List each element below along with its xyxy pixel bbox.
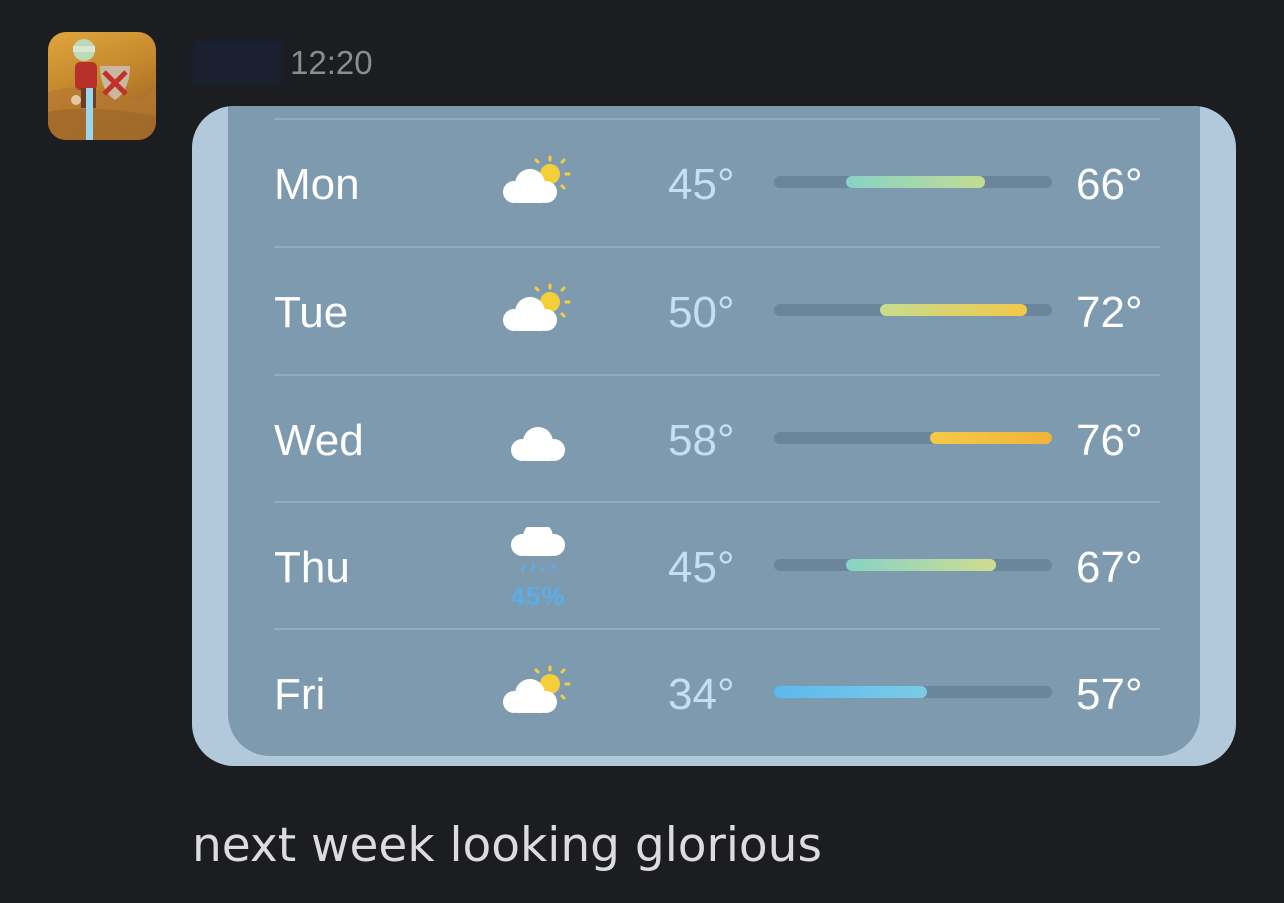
- temp-range-bar: [774, 559, 1052, 571]
- weather-forecast-widget: Mon 45° 66° Tue 50° 72° Wed 58° 76° Thu …: [228, 106, 1200, 756]
- forecast-row: Tue 50° 72°: [274, 246, 1160, 373]
- low-temp: 45°: [668, 160, 735, 209]
- low-temp: 34°: [668, 670, 735, 719]
- cloud-icon: [500, 410, 580, 466]
- message-text: next week looking glorious: [192, 818, 822, 873]
- low-temp: 45°: [668, 543, 735, 592]
- day-label: Mon: [274, 160, 360, 209]
- day-label: Thu: [274, 543, 350, 592]
- partly-sunny-icon: [500, 664, 580, 720]
- day-label: Tue: [274, 288, 349, 337]
- row-divider: [274, 374, 1160, 376]
- row-divider: [274, 501, 1160, 503]
- rain-cloud-icon: [500, 522, 580, 583]
- row-divider: [274, 246, 1160, 248]
- forecast-row: Fri 34° 57°: [274, 628, 1160, 755]
- high-temp: 67°: [1076, 543, 1143, 592]
- message-timestamp: 12:20: [290, 44, 373, 81]
- temp-range-bar: [774, 176, 1052, 188]
- day-label: Wed: [274, 416, 364, 465]
- day-label: Fri: [274, 670, 326, 719]
- temp-range-fill: [929, 432, 1052, 444]
- precip-chance: 45%: [510, 581, 566, 611]
- high-temp: 66°: [1076, 160, 1143, 209]
- avatar-knight-icon: [48, 39, 156, 140]
- forecast-row: Thu 45% 45° 67°: [274, 501, 1160, 628]
- avatar[interactable]: [48, 32, 156, 140]
- temp-range-fill: [846, 559, 997, 571]
- temp-range-bar: [774, 686, 1052, 698]
- partly-sunny-icon: [500, 154, 580, 210]
- high-temp: 57°: [1076, 670, 1143, 719]
- chat-message: 12:20 Mon 45° 66° Tue 50° 72° Wed 58° 76…: [0, 0, 1284, 903]
- row-divider: [274, 118, 1160, 120]
- partly-sunny-icon: [500, 282, 580, 338]
- high-temp: 72°: [1076, 288, 1143, 337]
- low-temp: 58°: [668, 416, 735, 465]
- image-attachment[interactable]: Mon 45° 66° Tue 50° 72° Wed 58° 76° Thu …: [192, 106, 1236, 766]
- high-temp: 76°: [1076, 416, 1143, 465]
- forecast-row: Mon 45° 66°: [274, 118, 1160, 245]
- temp-range-fill: [879, 304, 1027, 316]
- low-temp: 50°: [668, 288, 735, 337]
- forecast-row: Wed 58° 76°: [274, 374, 1160, 501]
- temp-range-bar: [774, 304, 1052, 316]
- temp-range-bar: [774, 432, 1052, 444]
- temp-range-fill: [846, 176, 986, 188]
- sender-name-redacted: [192, 40, 282, 84]
- row-divider: [274, 628, 1160, 630]
- temp-range-fill: [774, 686, 927, 698]
